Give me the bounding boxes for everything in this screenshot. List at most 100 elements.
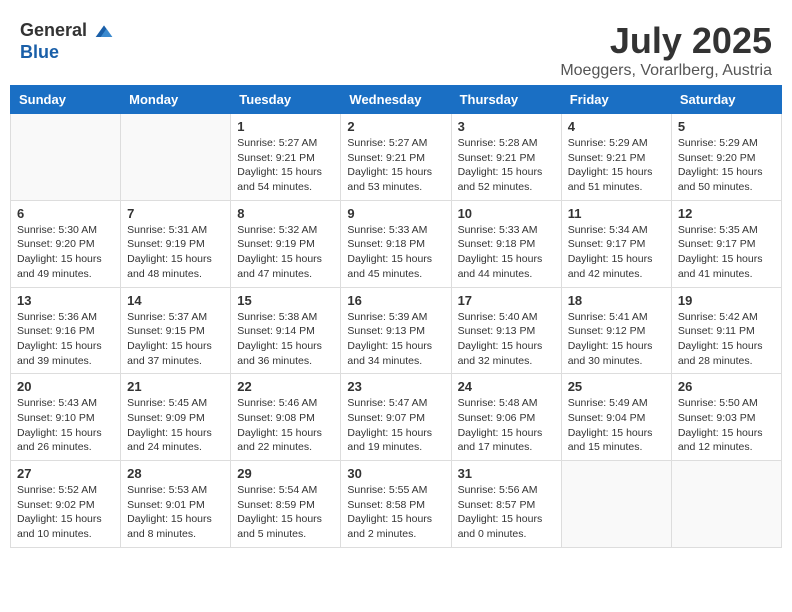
- day-cell: 12 Sunrise: 5:35 AM Sunset: 9:17 PM Dayli…: [671, 200, 781, 287]
- day-cell: 23 Sunrise: 5:47 AM Sunset: 9:07 PM Dayli…: [341, 374, 451, 461]
- day-cell: 13Sunrise: 5:36 AM Sunset: 9:16 PM Dayli…: [11, 287, 121, 374]
- day-cell: 5Sunrise: 5:29 AM Sunset: 9:20 PM Daylig…: [671, 114, 781, 201]
- day-cell: 30Sunrise: 5:55 AM Sunset: 8:58 PM Dayli…: [341, 461, 451, 548]
- day-number: 15: [237, 293, 334, 308]
- day-number: 18: [568, 293, 665, 308]
- col-saturday: Saturday: [671, 86, 781, 114]
- day-info: Sunrise: 5:53 AM Sunset: 9:01 PM Dayligh…: [127, 483, 224, 542]
- col-monday: Monday: [121, 86, 231, 114]
- day-cell: 7 Sunrise: 5:31 AM Sunset: 9:19 PM Daylig…: [121, 200, 231, 287]
- month-year-title: July 2025: [560, 20, 772, 62]
- logo: General Blue: [20, 20, 114, 63]
- day-info: Sunrise: 5:54 AM Sunset: 8:59 PM Dayligh…: [237, 483, 334, 542]
- day-number: 2: [347, 119, 444, 134]
- day-info: Sunrise: 5:35 AM Sunset: 9:17 PM Dayligh…: [678, 223, 775, 282]
- day-info: Sunrise: 5:32 AM Sunset: 9:19 PM Dayligh…: [237, 223, 334, 282]
- logo-blue: Blue: [20, 42, 59, 62]
- day-info: Sunrise: 5:38 AM Sunset: 9:14 PM Dayligh…: [237, 310, 334, 369]
- col-friday: Friday: [561, 86, 671, 114]
- day-number: 6: [17, 206, 114, 221]
- day-info: Sunrise: 5:40 AM Sunset: 9:13 PM Dayligh…: [458, 310, 555, 369]
- day-info: Sunrise: 5:45 AM Sunset: 9:09 PM Dayligh…: [127, 396, 224, 455]
- day-cell: 19 Sunrise: 5:42 AM Sunset: 9:11 PM Dayli…: [671, 287, 781, 374]
- day-cell: 3Sunrise: 5:28 AM Sunset: 9:21 PM Daylig…: [451, 114, 561, 201]
- day-info: Sunrise: 5:31 AM Sunset: 9:19 PM Dayligh…: [127, 223, 224, 282]
- day-cell: 17 Sunrise: 5:40 AM Sunset: 9:13 PM Dayli…: [451, 287, 561, 374]
- day-cell: 28 Sunrise: 5:53 AM Sunset: 9:01 PM Dayli…: [121, 461, 231, 548]
- day-number: 14: [127, 293, 224, 308]
- day-number: 7: [127, 206, 224, 221]
- day-cell: [11, 114, 121, 201]
- day-number: 19: [678, 293, 775, 308]
- header-row: Sunday Monday Tuesday Wednesday Thursday…: [11, 86, 782, 114]
- day-number: 16: [347, 293, 444, 308]
- day-info: Sunrise: 5:33 AM Sunset: 9:18 PM Dayligh…: [347, 223, 444, 282]
- logo-text: General Blue: [20, 20, 114, 63]
- day-cell: [121, 114, 231, 201]
- day-number: 22: [237, 379, 334, 394]
- day-cell: 31Sunrise: 5:56 AM Sunset: 8:57 PM Dayli…: [451, 461, 561, 548]
- day-cell: [561, 461, 671, 548]
- day-cell: 16 Sunrise: 5:39 AM Sunset: 9:13 PM Dayli…: [341, 287, 451, 374]
- day-info: Sunrise: 5:41 AM Sunset: 9:12 PM Dayligh…: [568, 310, 665, 369]
- day-cell: 2Sunrise: 5:27 AM Sunset: 9:21 PM Daylig…: [341, 114, 451, 201]
- day-number: 13: [17, 293, 114, 308]
- day-cell: 8 Sunrise: 5:32 AM Sunset: 9:19 PM Daylig…: [231, 200, 341, 287]
- day-info: Sunrise: 5:34 AM Sunset: 9:17 PM Dayligh…: [568, 223, 665, 282]
- week-row-4: 20 Sunrise: 5:43 AM Sunset: 9:10 PM Dayli…: [11, 374, 782, 461]
- day-info: Sunrise: 5:29 AM Sunset: 9:21 PM Dayligh…: [568, 136, 665, 195]
- day-cell: 4 Sunrise: 5:29 AM Sunset: 9:21 PM Daylig…: [561, 114, 671, 201]
- day-number: 31: [458, 466, 555, 481]
- day-number: 30: [347, 466, 444, 481]
- day-info: Sunrise: 5:39 AM Sunset: 9:13 PM Dayligh…: [347, 310, 444, 369]
- day-number: 23: [347, 379, 444, 394]
- day-info: Sunrise: 5:52 AM Sunset: 9:02 PM Dayligh…: [17, 483, 114, 542]
- day-info: Sunrise: 5:49 AM Sunset: 9:04 PM Dayligh…: [568, 396, 665, 455]
- day-number: 17: [458, 293, 555, 308]
- day-info: Sunrise: 5:47 AM Sunset: 9:07 PM Dayligh…: [347, 396, 444, 455]
- day-number: 8: [237, 206, 334, 221]
- col-sunday: Sunday: [11, 86, 121, 114]
- day-number: 21: [127, 379, 224, 394]
- day-info: Sunrise: 5:30 AM Sunset: 9:20 PM Dayligh…: [17, 223, 114, 282]
- day-cell: 21 Sunrise: 5:45 AM Sunset: 9:09 PM Dayli…: [121, 374, 231, 461]
- day-cell: 24Sunrise: 5:48 AM Sunset: 9:06 PM Dayli…: [451, 374, 561, 461]
- day-number: 9: [347, 206, 444, 221]
- day-number: 20: [17, 379, 114, 394]
- day-info: Sunrise: 5:27 AM Sunset: 9:21 PM Dayligh…: [237, 136, 334, 195]
- day-cell: 18 Sunrise: 5:41 AM Sunset: 9:12 PM Dayli…: [561, 287, 671, 374]
- day-number: 4: [568, 119, 665, 134]
- week-row-3: 13Sunrise: 5:36 AM Sunset: 9:16 PM Dayli…: [11, 287, 782, 374]
- day-cell: 29Sunrise: 5:54 AM Sunset: 8:59 PM Dayli…: [231, 461, 341, 548]
- day-info: Sunrise: 5:43 AM Sunset: 9:10 PM Dayligh…: [17, 396, 114, 455]
- logo-general: General: [20, 20, 87, 40]
- day-info: Sunrise: 5:37 AM Sunset: 9:15 PM Dayligh…: [127, 310, 224, 369]
- day-cell: 10Sunrise: 5:33 AM Sunset: 9:18 PM Dayli…: [451, 200, 561, 287]
- day-number: 27: [17, 466, 114, 481]
- day-number: 12: [678, 206, 775, 221]
- week-row-5: 27 Sunrise: 5:52 AM Sunset: 9:02 PM Dayli…: [11, 461, 782, 548]
- day-number: 26: [678, 379, 775, 394]
- day-number: 28: [127, 466, 224, 481]
- title-block: July 2025 Moeggers, Vorarlberg, Austria: [560, 20, 772, 80]
- logo-icon: [94, 22, 114, 42]
- day-cell: 26 Sunrise: 5:50 AM Sunset: 9:03 PM Dayli…: [671, 374, 781, 461]
- day-number: 1: [237, 119, 334, 134]
- day-number: 25: [568, 379, 665, 394]
- day-cell: 6 Sunrise: 5:30 AM Sunset: 9:20 PM Daylig…: [11, 200, 121, 287]
- day-cell: 20 Sunrise: 5:43 AM Sunset: 9:10 PM Dayli…: [11, 374, 121, 461]
- day-cell: 14 Sunrise: 5:37 AM Sunset: 9:15 PM Dayli…: [121, 287, 231, 374]
- day-number: 11: [568, 206, 665, 221]
- day-cell: 25 Sunrise: 5:49 AM Sunset: 9:04 PM Dayli…: [561, 374, 671, 461]
- day-number: 5: [678, 119, 775, 134]
- location-subtitle: Moeggers, Vorarlberg, Austria: [560, 62, 772, 80]
- week-row-1: 1 Sunrise: 5:27 AM Sunset: 9:21 PM Daylig…: [11, 114, 782, 201]
- col-tuesday: Tuesday: [231, 86, 341, 114]
- day-info: Sunrise: 5:50 AM Sunset: 9:03 PM Dayligh…: [678, 396, 775, 455]
- day-info: Sunrise: 5:48 AM Sunset: 9:06 PM Dayligh…: [458, 396, 555, 455]
- col-wednesday: Wednesday: [341, 86, 451, 114]
- week-row-2: 6 Sunrise: 5:30 AM Sunset: 9:20 PM Daylig…: [11, 200, 782, 287]
- day-info: Sunrise: 5:42 AM Sunset: 9:11 PM Dayligh…: [678, 310, 775, 369]
- day-info: Sunrise: 5:46 AM Sunset: 9:08 PM Dayligh…: [237, 396, 334, 455]
- day-info: Sunrise: 5:33 AM Sunset: 9:18 PM Dayligh…: [458, 223, 555, 282]
